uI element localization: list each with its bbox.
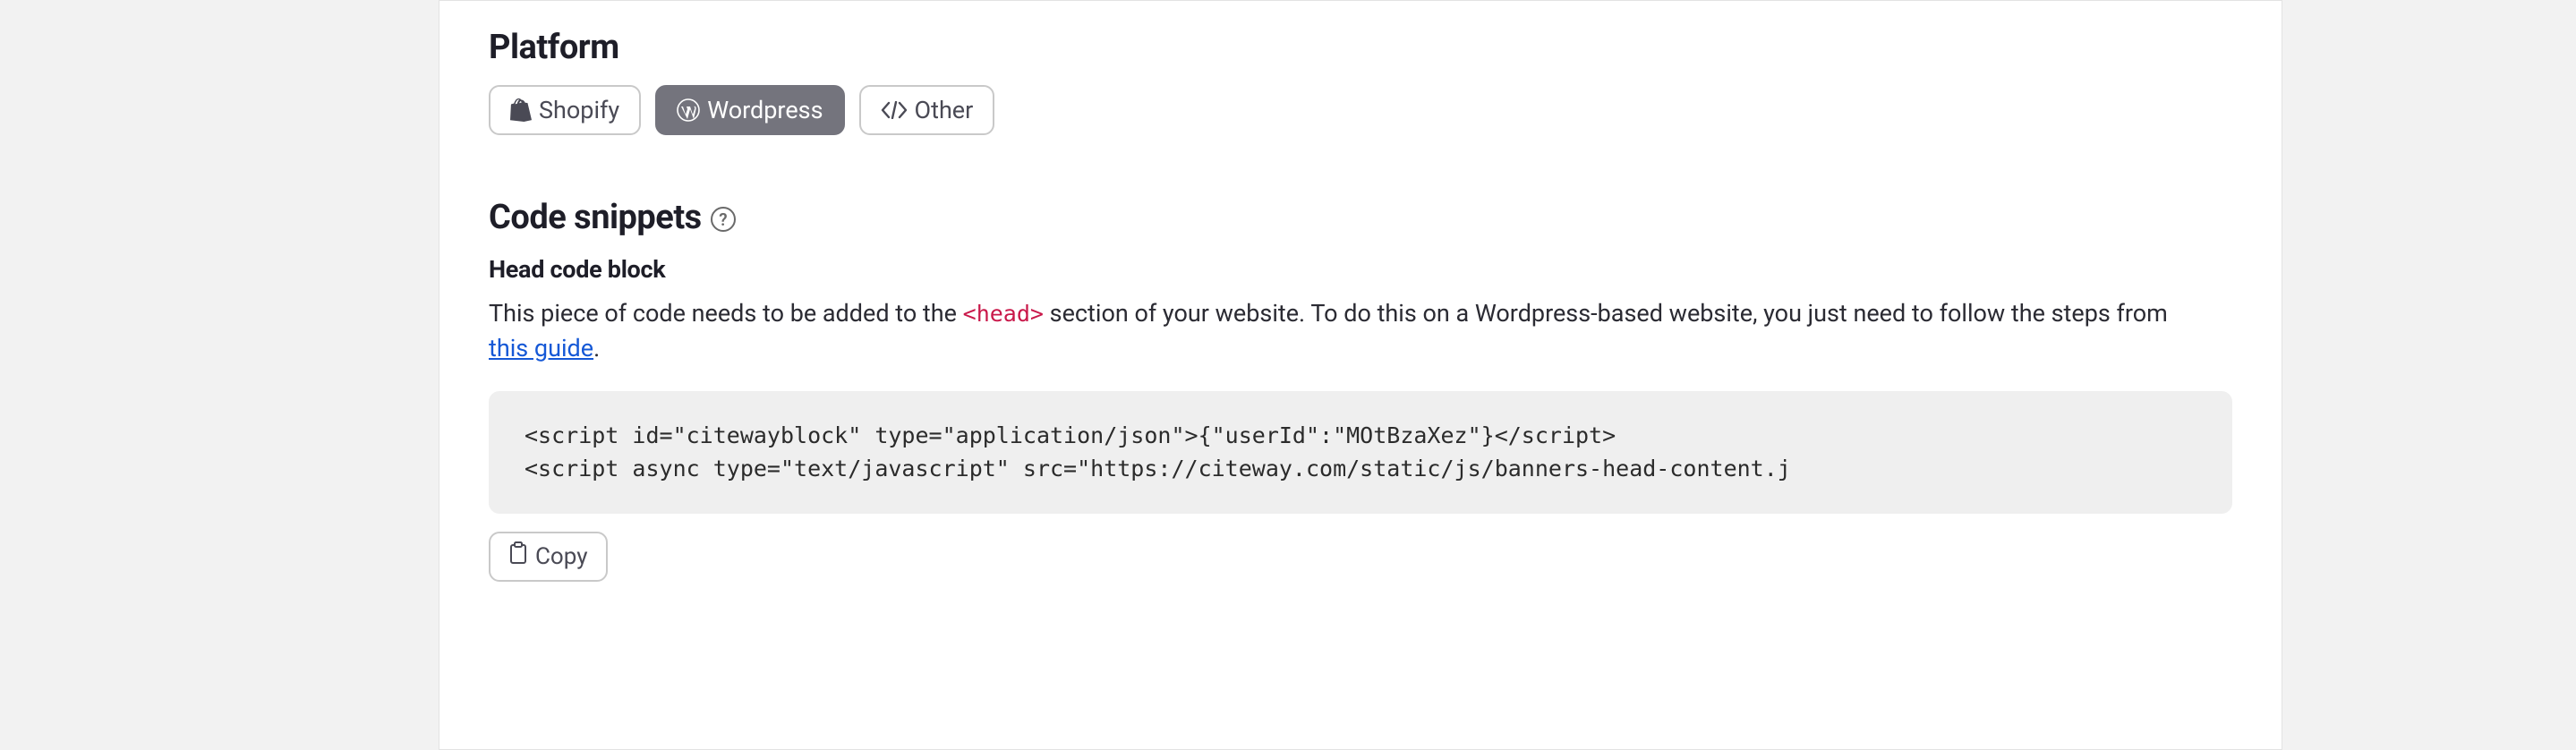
desc-text-middle: section of your website. To do this on a… <box>1050 299 2168 328</box>
platform-section-title: Platform <box>489 28 2232 67</box>
platform-options: Shopify Wordpress <box>489 85 2232 135</box>
gutter-right <box>2282 0 2576 750</box>
code-line-1: <script id="citewayblock" type="applicat… <box>525 422 1616 448</box>
head-block-subtitle: Head code block <box>489 255 2232 284</box>
head-code-block: <script id="citewayblock" type="applicat… <box>489 391 2232 514</box>
code-line-2: <script async type="text/javascript" src… <box>525 456 1791 482</box>
gutter-left <box>376 0 439 750</box>
platform-option-label: Other <box>915 96 974 124</box>
main-card: Platform Shopify <box>439 0 2282 750</box>
platform-option-wordpress[interactable]: Wordpress <box>655 85 844 135</box>
platform-option-shopify[interactable]: Shopify <box>489 85 641 135</box>
desc-text-prefix: This piece of code needs to be added to … <box>489 299 963 328</box>
clipboard-icon <box>508 541 528 571</box>
platform-option-label: Shopify <box>539 96 619 124</box>
copy-button-label: Copy <box>535 543 588 570</box>
code-icon <box>881 101 908 119</box>
sidebar-placeholder <box>0 0 376 750</box>
wordpress-icon <box>677 98 700 122</box>
shopify-icon <box>510 98 532 122</box>
guide-link[interactable]: this guide <box>489 334 593 362</box>
snippets-section-title: Code snippets <box>489 198 702 237</box>
platform-option-label: Wordpress <box>707 96 823 124</box>
snippets-section-title-row: Code snippets ? <box>489 198 2232 237</box>
help-icon[interactable]: ? <box>711 207 736 232</box>
head-block-description: This piece of code needs to be added to … <box>489 296 2189 366</box>
desc-text-suffix: . <box>593 334 600 362</box>
inline-code-head: <head> <box>963 301 1044 327</box>
platform-option-other[interactable]: Other <box>859 85 995 135</box>
copy-button[interactable]: Copy <box>489 532 608 582</box>
